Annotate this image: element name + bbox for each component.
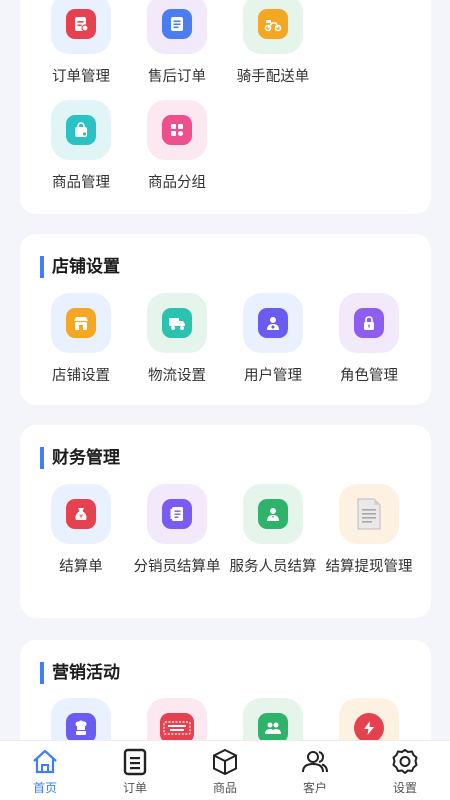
- main-scroll[interactable]: 订单管理 售后订单 骑手配送单 商品管理 商品分组 店铺设置 店铺设置 物流设置…: [0, 0, 450, 740]
- logistics-setting-label: 物流设置: [148, 368, 206, 384]
- product-group-label: 商品分组: [148, 175, 206, 191]
- store-setting-item[interactable]: 店铺设置: [33, 293, 129, 387]
- svg-text:¥: ¥: [79, 514, 83, 521]
- marketing-item-4[interactable]: [321, 698, 417, 740]
- document-icon: [162, 499, 192, 529]
- box-icon: [210, 747, 240, 777]
- grid-icon: [162, 115, 192, 145]
- marketing-item-2[interactable]: [129, 698, 225, 740]
- tab-orders-label: 订单: [122, 781, 147, 795]
- product-group-item[interactable]: 商品分组: [129, 100, 225, 194]
- tab-home-label: 首页: [32, 781, 57, 795]
- ticket-icon: [160, 713, 194, 740]
- list-icon: [120, 747, 150, 777]
- marketing-item-3[interactable]: [225, 698, 321, 740]
- tab-products-label: 商品: [212, 781, 237, 795]
- marketing-item-1[interactable]: [33, 698, 129, 740]
- tab-products[interactable]: 商品: [180, 747, 270, 797]
- chef-icon: [66, 713, 96, 740]
- tab-settings[interactable]: 设置: [360, 747, 450, 797]
- finance-title: 财务管理: [40, 447, 120, 469]
- settlement-item[interactable]: ¥ 结算单: [33, 484, 129, 578]
- logistics-setting-item[interactable]: 物流设置: [129, 293, 225, 387]
- staff-settlement-item[interactable]: 服务人员结算: [225, 484, 321, 578]
- home-icon: [30, 747, 60, 777]
- user-manage-item[interactable]: 用户管理: [225, 293, 321, 387]
- product-manage-item[interactable]: 商品管理: [33, 100, 129, 194]
- staff-icon: [258, 499, 288, 529]
- store-settings-title: 店铺设置: [40, 256, 120, 278]
- withdraw-manage-label: 结算提现管理: [325, 559, 413, 575]
- tab-customers[interactable]: 客户: [270, 747, 360, 797]
- paper-icon: [351, 496, 387, 532]
- store-icon: [66, 308, 96, 338]
- tab-orders[interactable]: 订单: [90, 747, 180, 797]
- settlement-label: 结算单: [59, 559, 103, 575]
- marketing-title: 营销活动: [40, 662, 120, 684]
- user-icon: [258, 308, 288, 338]
- after-sales-label: 售后订单: [148, 69, 206, 85]
- withdraw-manage-item[interactable]: 结算提现管理: [321, 484, 417, 578]
- order-manage-label: 订单管理: [52, 69, 110, 85]
- orders-card: 订单管理 售后订单 骑手配送单 商品管理 商品分组: [20, 0, 431, 214]
- customers-icon: [300, 747, 330, 777]
- role-manage-item[interactable]: 角色管理: [321, 293, 417, 387]
- bottom-tab-bar: 首页 订单 商品 客户 设置: [0, 740, 450, 800]
- after-sales-item[interactable]: 售后订单: [129, 0, 225, 88]
- money-bag-icon: ¥: [66, 499, 96, 529]
- marketing-card: 营销活动: [20, 640, 431, 740]
- user-manage-label: 用户管理: [244, 368, 302, 384]
- rider-delivery-label: 骑手配送单: [236, 69, 310, 85]
- rider-delivery-item[interactable]: 骑手配送单: [225, 0, 321, 88]
- tab-customers-label: 客户: [302, 781, 327, 795]
- store-settings-card: 店铺设置 店铺设置 物流设置 用户管理 角色管理: [20, 234, 431, 405]
- staff-settlement-label: 服务人员结算: [229, 559, 317, 575]
- flash-icon: [354, 713, 384, 740]
- role-manage-label: 角色管理: [340, 368, 398, 384]
- lock-icon: [354, 308, 384, 338]
- shopping-bag-icon: [66, 115, 96, 145]
- truck-icon: [162, 308, 192, 338]
- settings-icon: [390, 747, 420, 777]
- scooter-icon: [258, 9, 288, 39]
- distributor-settlement-label: 分销员结算单: [133, 559, 221, 575]
- store-setting-label: 店铺设置: [52, 368, 110, 384]
- finance-card: 财务管理 ¥ 结算单 分销员结算单 服务人员结算 结算提现管理: [20, 425, 431, 618]
- distributor-settlement-item[interactable]: 分销员结算单: [129, 484, 225, 578]
- product-manage-label: 商品管理: [52, 175, 110, 191]
- tab-home[interactable]: 首页: [0, 747, 90, 797]
- tab-settings-label: 设置: [392, 781, 417, 795]
- order-manage-item[interactable]: 订单管理: [33, 0, 129, 88]
- group-icon: [258, 713, 288, 740]
- after-sales-icon: [162, 9, 192, 39]
- order-icon: [66, 9, 96, 39]
